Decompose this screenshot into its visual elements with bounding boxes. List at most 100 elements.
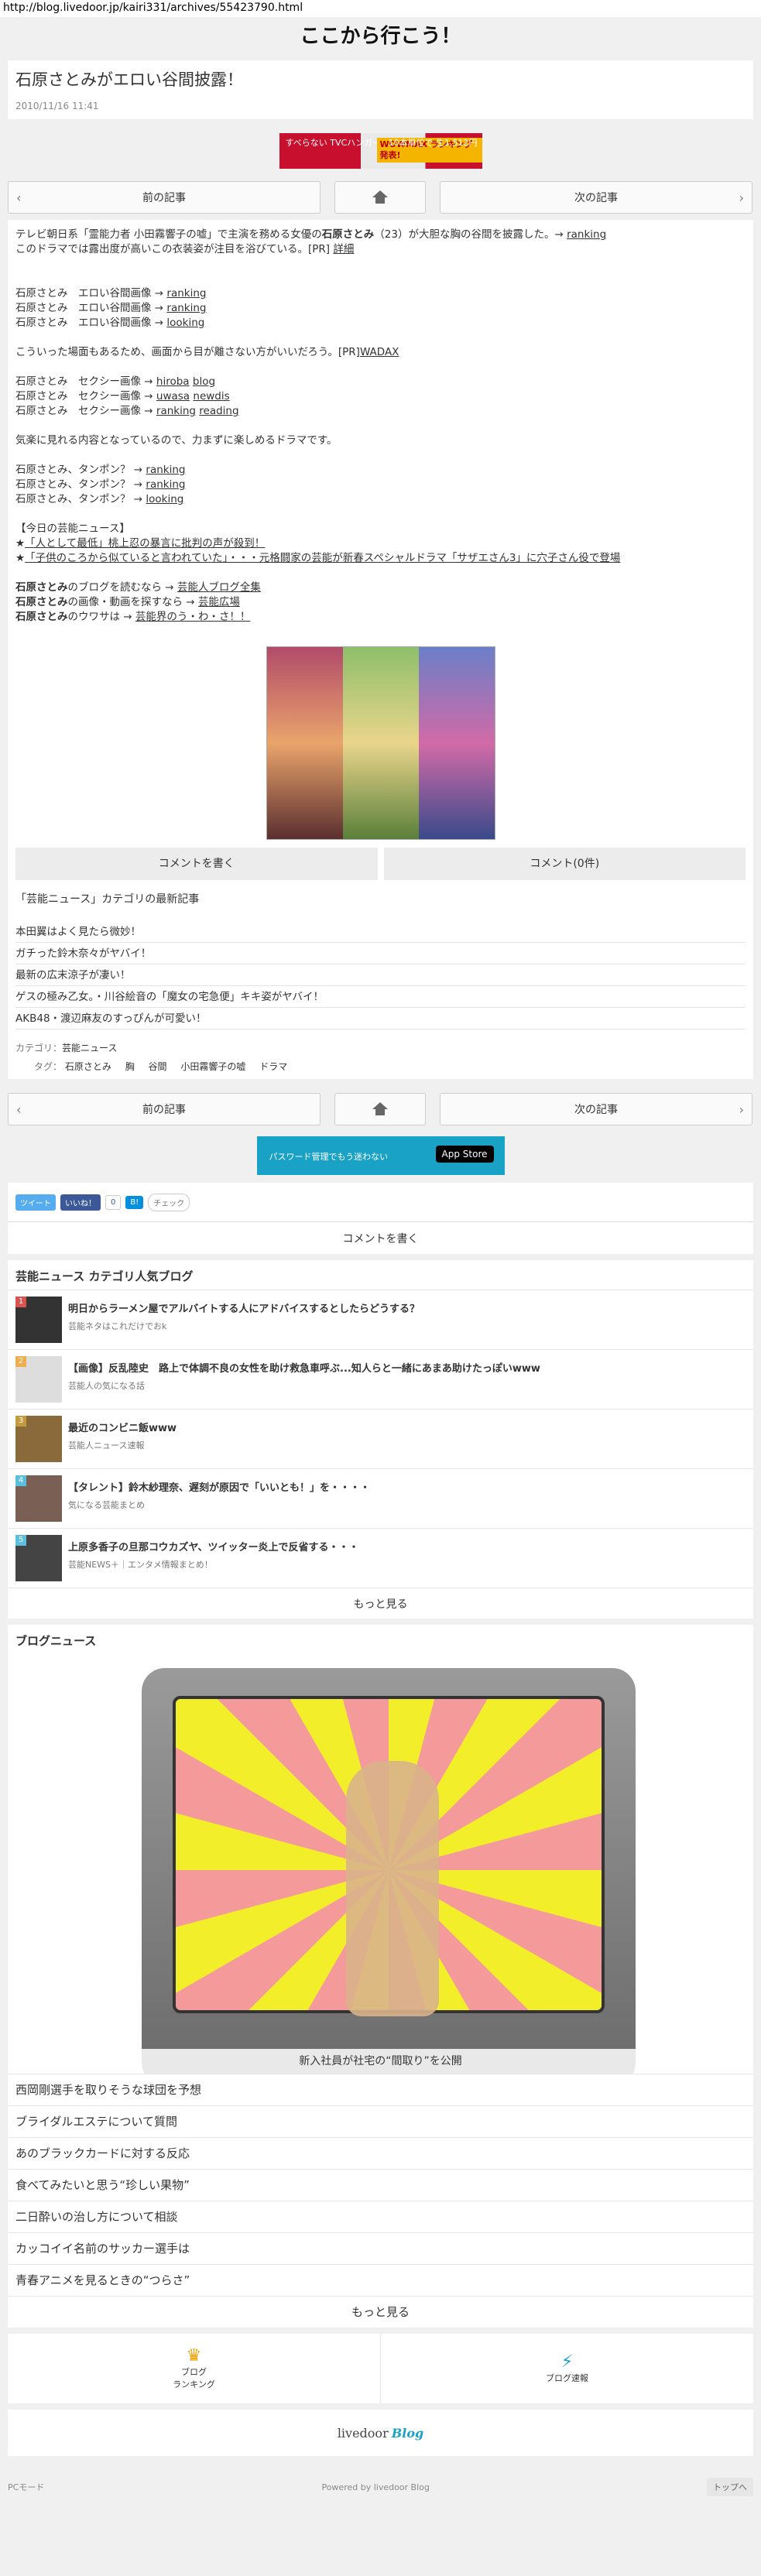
home-icon — [372, 190, 389, 204]
text: テレビ朝日系「霊能力者 小田霧響子の嘘」で主演を務める女優の — [15, 228, 322, 241]
app-ad[interactable]: パスワード管理でもう迷わない App Store — [0, 1136, 761, 1175]
popular-item[interactable]: 4 【タレント】鈴木紗理奈、遅刻が原因で「いいとも！」を・・・・ 気になる芸能まと… — [8, 1468, 753, 1528]
popular-item-source: 芸能NEWS＋｜エンタメ情報まとめ！ — [68, 1560, 213, 1570]
home-button[interactable] — [334, 1093, 426, 1125]
hiroba-link[interactable]: hiroba — [156, 375, 190, 388]
thumbnail: 1 — [15, 1297, 62, 1343]
ranking-link[interactable]: ranking — [156, 405, 196, 417]
text: のブログを読むなら → — [67, 581, 177, 594]
tweet-button[interactable]: ツイート — [15, 1194, 56, 1211]
write-comment-bar[interactable]: コメントを書く — [8, 1221, 753, 1254]
text: 石原さとみ セクシー画像 → — [15, 390, 156, 402]
home-button[interactable] — [334, 181, 426, 214]
tag-link[interactable]: ドラマ — [259, 1061, 287, 1072]
geino-hiroba-link[interactable]: 芸能広場 — [198, 596, 240, 608]
related-item[interactable]: 最新の広末涼子が凄い！ — [15, 964, 746, 986]
tag-link[interactable]: 石原さとみ — [65, 1061, 111, 1072]
write-comment-button[interactable]: コメントを書く — [15, 848, 378, 880]
news-item[interactable]: カッコイイ名前のサッカー選手は — [8, 2232, 753, 2264]
blog-title[interactable]: ここから行こう！ — [0, 17, 761, 56]
text: のウワサは → — [67, 611, 135, 623]
category-link[interactable]: 芸能ニュース — [62, 1043, 117, 1053]
reading-link[interactable]: reading — [199, 405, 238, 417]
news-link[interactable]: 「人として最低」桃上忍の暴言に批判の声が殺到！ — [25, 537, 265, 550]
news-item[interactable]: 二日酔いの治し方について相談 — [8, 2201, 753, 2232]
ranking-link[interactable]: ranking — [146, 464, 185, 476]
article-body: テレビ朝日系「霊能力者 小田霧響子の嘘」で主演を務める女優の石原さとみ（23）が… — [8, 220, 753, 1079]
popular-item[interactable]: 5 上原多香子の旦那コウカズヤ、ツイッター炎上で反省する・・・ 芸能NEWS＋｜エ… — [8, 1528, 753, 1588]
news-item[interactable]: あのブラックカードに対する反応 — [8, 2137, 753, 2169]
tag-link[interactable]: 胸 — [125, 1061, 135, 1072]
wadax-link[interactable]: WADAX — [360, 346, 399, 358]
looking-link[interactable]: looking — [146, 493, 183, 505]
uwasa-link[interactable]: 芸能界のう・わ・さ！！ — [135, 611, 251, 623]
app-ad-banner[interactable]: パスワード管理でもう迷わない App Store — [256, 1136, 505, 1175]
rank-number: 4 — [15, 1475, 26, 1486]
popular-item[interactable]: 1 明日からラーメン屋でアルバイトする人にアドバイスするとしたらどうする？ 芸能ネ… — [8, 1290, 753, 1349]
feature-caption[interactable]: 新入社員が社宅の“間取り”を公開 — [8, 2049, 753, 2074]
body-b1: 石原さとみのブログを読むなら → 芸能人ブログ全集 — [15, 581, 746, 595]
body-b3: 石原さとみのウワサは → 芸能界のう・わ・さ！！ — [15, 610, 746, 625]
blog-ranking-link[interactable]: ♛ ブログ ランキング — [8, 2334, 380, 2403]
related-item[interactable]: ガチった鈴木奈々がヤバイ！ — [15, 943, 746, 964]
pc-mode-link[interactable]: PCモード — [8, 2481, 44, 2493]
prev-article-button[interactable]: ‹ 前の記事 — [8, 181, 321, 214]
tv-illustration — [142, 1668, 636, 2074]
ad-banner[interactable]: すべらない TVCハンガー WOWMAX ランキング 発表! 10本単位で 生1… — [279, 133, 482, 169]
facebook-like-button[interactable]: いいね！ — [60, 1194, 101, 1211]
related-item[interactable]: AKB48・渡辺麻友のすっぴんが可愛い！ — [15, 1008, 746, 1029]
uwasa-link[interactable]: uwasa — [156, 390, 190, 402]
looking-link[interactable]: looking — [166, 317, 204, 329]
next-article-button[interactable]: 次の記事 › — [440, 1093, 752, 1125]
back-to-top-button[interactable]: トップへ — [707, 2478, 753, 2496]
news-item[interactable]: 西岡剛選手を取りそうな球団を予想 — [8, 2074, 753, 2105]
blog-ranking-label: ブログ ランキング — [173, 2367, 215, 2389]
url-bar[interactable]: http://blog.livedoor.jp/kairi331/archive… — [0, 0, 761, 17]
blog-zenshu-link[interactable]: 芸能人ブログ全集 — [177, 581, 261, 594]
ranking-link[interactable]: ranking — [166, 287, 206, 300]
tag-link[interactable]: 谷間 — [149, 1061, 167, 1072]
ranking-link[interactable]: ranking — [567, 228, 606, 241]
popular-item-title: 【画像】反乱陸史 路上で体調不良の女性を助け救急車呼ぶ...知人らと一緒にあまあ… — [68, 1363, 540, 1375]
news-link[interactable]: 「子供のころから似ていると言われていた」・・・元格闘家の芸能が新春スペシャルドラ… — [25, 552, 620, 564]
rank-number: 3 — [15, 1416, 26, 1427]
blog-speed-link[interactable]: ⚡ ブログ速報 — [380, 2334, 753, 2403]
news-more-button[interactable]: もっと見る — [8, 2296, 753, 2328]
footer-nav: ♛ ブログ ランキング ⚡ ブログ速報 — [8, 2334, 753, 2403]
text: 石原さとみ、タンポン？ → — [15, 478, 146, 491]
news-item[interactable]: 青春アニメを見るときの“つらさ” — [8, 2264, 753, 2296]
blog-news-list: 西岡剛選手を取りそうな球団を予想 ブライダルエステについて質問 あのブラックカー… — [8, 2074, 753, 2328]
prev-article-label: 前の記事 — [142, 192, 186, 204]
blog-link[interactable]: blog — [193, 375, 215, 388]
next-article-button[interactable]: 次の記事 › — [440, 181, 752, 214]
blog-news-title: ブログニュース — [15, 1634, 97, 1648]
detail-link[interactable]: 詳細 — [333, 243, 354, 255]
article-pager-top: ‹ 前の記事 次の記事 › — [8, 181, 753, 214]
popular-item[interactable]: 3 最近のコンビニ飯www 芸能人ニュース速報 — [8, 1409, 753, 1468]
news-item[interactable]: 食べてみたいと思う“珍しい果物” — [8, 2169, 753, 2201]
newdis-link[interactable]: newdis — [193, 390, 229, 402]
popular-more-button[interactable]: もっと見る — [8, 1588, 753, 1619]
top-ad[interactable]: すべらない TVCハンガー WOWMAX ランキング 発表! 10本単位で 生1… — [0, 133, 761, 169]
prev-article-button[interactable]: ‹ 前の記事 — [8, 1093, 321, 1125]
app-store-badge[interactable]: App Store — [435, 1146, 494, 1163]
body-b2: 石原さとみの画像・動画を探すなら → 芸能広場 — [15, 595, 746, 610]
hatena-button[interactable]: B! — [125, 1195, 144, 1209]
game-ad-image[interactable] — [15, 646, 746, 840]
livedoor-blog-logo[interactable]: livedoor Blog — [8, 2410, 753, 2456]
ranking-link[interactable]: ranking — [166, 302, 206, 314]
popular-blogs: 芸能ニュース カテゴリ人気ブログ 1 明日からラーメン屋でアルバイトする人にアド… — [8, 1260, 753, 1619]
mixi-check-button[interactable]: チェック — [148, 1193, 190, 1211]
news-item[interactable]: ブライダルエステについて質問 — [8, 2105, 753, 2137]
ranking-link[interactable]: ranking — [146, 478, 185, 491]
related-item[interactable]: 本田翼はよく見たら微妙！ — [15, 921, 746, 943]
comment-count-button[interactable]: コメント(0件) — [383, 848, 746, 880]
character-illustration[interactable] — [266, 646, 495, 840]
text: 石原さとみ、タンポン？ → — [15, 464, 146, 476]
tag-link[interactable]: 小田霧響子の嘘 — [180, 1061, 245, 1072]
star-icon: ★ — [15, 537, 26, 550]
blog-news-feature[interactable]: 新入社員が社宅の“間取り”を公開 — [8, 1654, 753, 2074]
related-item[interactable]: ゲスの極み乙女。・川谷絵音の「魔女の宅急便」キキ姿がヤバイ！ — [15, 986, 746, 1008]
popular-item[interactable]: 2 【画像】反乱陸史 路上で体調不良の女性を助け救急車呼ぶ...知人らと一緒にあ… — [8, 1349, 753, 1409]
wooden-mannequin — [346, 1761, 439, 2016]
